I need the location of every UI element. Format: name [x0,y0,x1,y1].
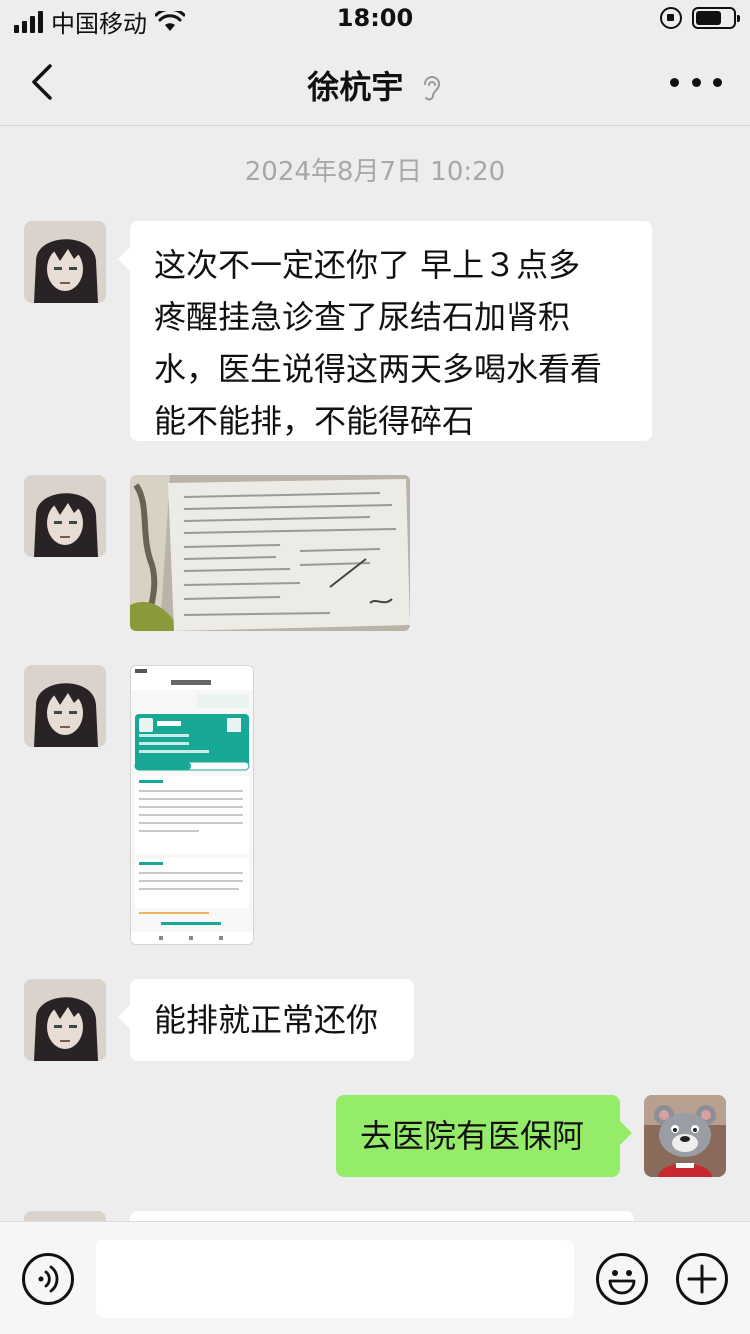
message-bubble-incoming-partial[interactable] [130,1211,634,1221]
message-text: 去医院有医保阿 [360,1117,585,1155]
message-bubble-incoming[interactable]: 这次不一定还你了 早上３点多 疼醒挂急诊查了尿结石加肾积 水，医生说得这两天多喝… [118,221,652,441]
contact-avatar[interactable] [24,1211,106,1221]
input-bar [0,1221,750,1334]
plus-icon [687,1264,717,1294]
earpiece-icon [423,76,440,101]
more-dot [691,77,701,87]
photo-of-medical-report [130,475,410,631]
more-dot [713,77,722,87]
message-line: 这次不一定还你了 早上３点多 [154,246,581,284]
my-avatar[interactable] [644,1095,726,1177]
contact-avatar[interactable] [24,979,106,1061]
voice-icon [38,1265,59,1293]
emoji-button[interactable] [596,1253,648,1305]
more-dot [670,77,679,87]
message-bubble-outgoing[interactable]: 去医院有医保阿 [336,1095,632,1177]
contact-avatar[interactable] [24,665,106,747]
battery-icon [692,7,740,29]
message-bubble-incoming[interactable]: 能排就正常还你 [118,979,414,1061]
emoji-icon [608,1270,636,1295]
voice-button[interactable] [22,1253,74,1305]
screenshot-of-patient-record [131,666,253,944]
message-line: 能不能排，不能得碎石 [154,402,475,440]
contact-avatar[interactable] [24,221,106,303]
contact-avatar[interactable] [24,475,106,557]
status-time: 18:00 [336,4,414,32]
status-bar: 中国移动 18:00 [0,0,750,40]
status-right [660,7,740,29]
rotation-lock-icon [660,7,682,29]
image-message-screenshot[interactable] [130,665,254,945]
chat-area[interactable]: 2024年8月7日 10:20 这次不一定还你了 早上３点多 疼醒挂急诊查了尿结… [0,127,750,1221]
message-line: 水，医生说得这两天多喝水看看 [154,350,603,388]
message-timestamp: 2024年8月7日 10:20 [244,157,506,187]
image-message-report[interactable] [130,475,410,631]
message-input[interactable] [96,1240,574,1318]
plus-button[interactable] [676,1253,728,1305]
chat-title: 徐杭宇 [307,68,404,106]
message-line: 疼醒挂急诊查了尿结石加肾积 [154,298,571,336]
more-button[interactable] [670,70,722,94]
nav-bar: 徐杭宇 [0,40,750,126]
message-text: 能排就正常还你 [154,1001,379,1039]
chat-title-group: 徐杭宇 [0,62,750,108]
